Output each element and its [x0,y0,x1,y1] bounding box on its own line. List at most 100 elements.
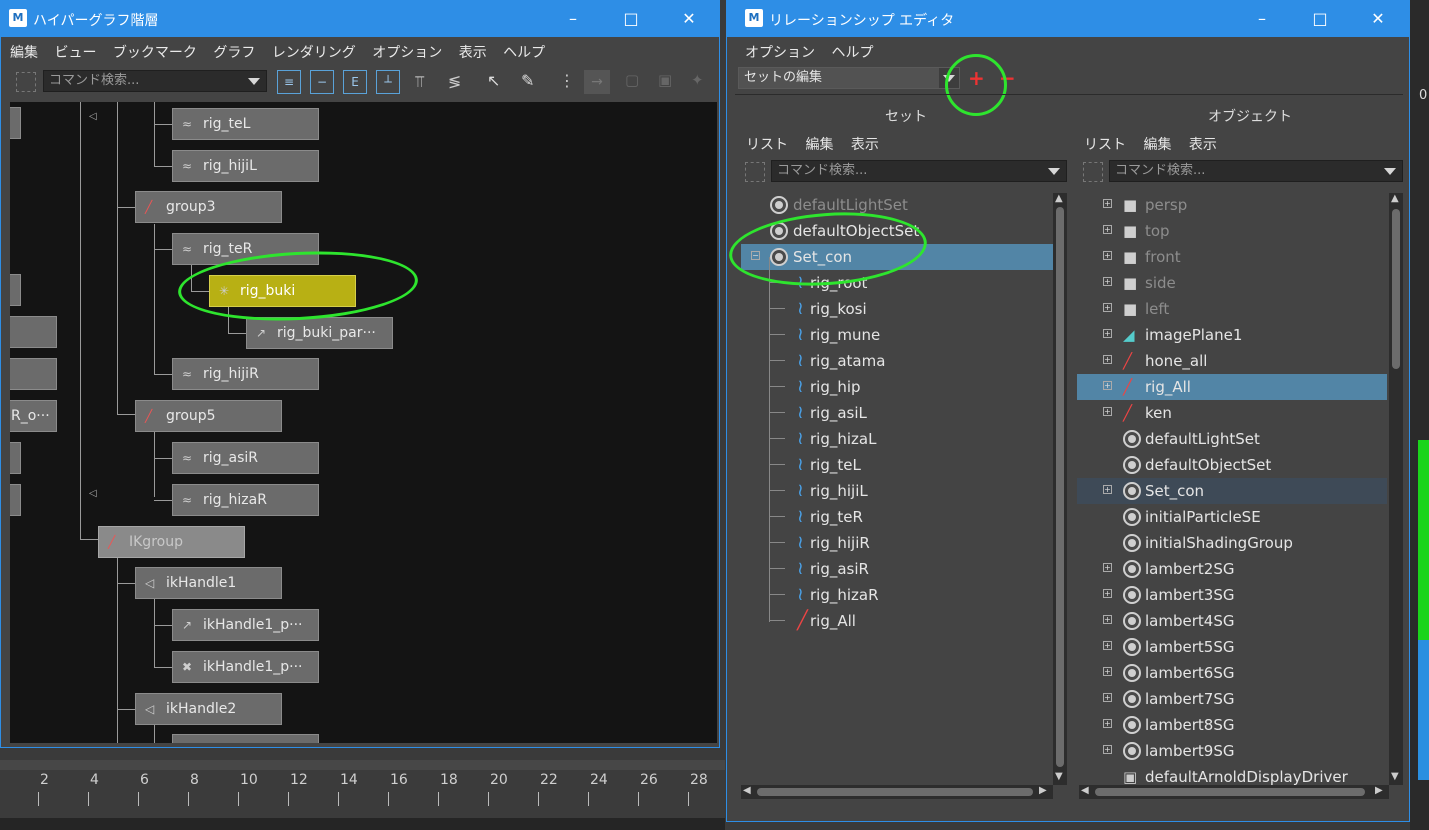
node-rig-hijiL[interactable]: ≈ rig_hijiL [172,150,319,182]
object-row[interactable]: + ■ top [1077,218,1387,244]
select-tool-icon[interactable]: ↖ [487,71,500,90]
node-rig-hizaR[interactable]: ≈ rig_hizaR [172,484,319,516]
set-member-row[interactable]: ≀ rig_asiR [741,556,1053,582]
expand-toggle-icon[interactable]: + [1103,225,1112,234]
object-row[interactable]: initialShadingGroup [1077,530,1387,556]
node-rig-hijiR[interactable]: ≈ rig_hijiR [172,358,319,390]
menu-display[interactable]: 表示 [459,45,487,61]
set-member-row[interactable]: ≀ rig_hizaL [741,426,1053,452]
relationship-editor-window[interactable]: M リレーションシップ エディタ – □ ✕ オプション ヘルプ セットの編集 … [726,0,1410,822]
objects-list[interactable]: + ■ persp + ■ top + ■ front + ■ side + ■ left + ◢ imagePl… [1077,191,1389,785]
node-group5[interactable]: ╱ group5 [135,400,282,432]
tree-icon[interactable]: ⫪ [415,72,424,92]
scroll-right-icon[interactable]: ▶ [1375,785,1383,796]
object-row[interactable]: + lambert3SG [1077,582,1387,608]
expand-toggle-icon[interactable]: + [1103,693,1112,702]
scroll-thumb[interactable] [1056,207,1064,767]
dropdown-arrow-icon[interactable] [1384,168,1396,175]
object-row[interactable]: + Set_con [1077,478,1387,504]
node-offscreen[interactable] [10,107,21,139]
node-offscreen-bottom[interactable] [172,734,319,743]
set-member-row[interactable]: ≀ rig_teR [741,504,1053,530]
sets-scrollbar[interactable]: ▲ ▼ [1053,193,1067,785]
expand-toggle-icon[interactable]: + [1103,641,1112,650]
menu-options[interactable]: オプション [745,45,815,61]
expand-toggle-icon[interactable]: + [1103,615,1112,624]
set-member-row[interactable]: ≀ rig_mune [741,322,1053,348]
object-row[interactable]: + lambert5SG [1077,634,1387,660]
dropdown-arrow-icon[interactable] [248,78,260,85]
sets-menu-display[interactable]: 表示 [851,137,879,153]
node-offscreen[interactable] [10,316,57,348]
object-row[interactable]: defaultObjectSet [1077,452,1387,478]
object-row[interactable]: + lambert6SG [1077,660,1387,686]
expand-toggle-icon[interactable]: + [1103,667,1112,676]
node-ikhandle1[interactable]: ◁ ikHandle1 [135,567,282,599]
objects-menu-display[interactable]: 表示 [1189,137,1217,153]
set-member-row[interactable]: ≀ rig_hijiR [741,530,1053,556]
expand-toggle-icon[interactable]: + [1103,277,1112,286]
object-row[interactable]: + lambert4SG [1077,608,1387,634]
object-row[interactable]: initialParticleSE [1077,504,1387,530]
maximize-button[interactable]: □ [1291,1,1349,37]
hypergraph-window[interactable]: M ハイパーグラフ階層 – □ ✕ 編集 ビュー ブックマーク グラフ レンダリ… [0,0,720,748]
expand-toggle-icon[interactable]: + [1103,589,1112,598]
set-member-row[interactable]: ≀ rig_hizaR [741,582,1053,608]
object-row[interactable]: + ◢ imagePlane1 [1077,322,1387,348]
expand-toggle-icon[interactable]: + [1103,563,1112,572]
expand-toggle-icon[interactable]: + [1103,251,1112,260]
scroll-thumb[interactable] [1392,209,1400,369]
sets-menu-list[interactable]: リスト [746,137,788,153]
node-offscreen[interactable] [10,484,21,516]
menu-graph[interactable]: グラフ [213,45,255,61]
scroll-thumb[interactable] [1095,788,1365,796]
expand-toggle-icon[interactable]: + [1103,303,1112,312]
object-row[interactable]: ▣ defaultArnoldDisplayDriver [1077,764,1387,785]
node-ikhandle2[interactable]: ◁ ikHandle2 [135,693,282,725]
relationship-titlebar[interactable]: M リレーションシップ エディタ – □ ✕ [727,1,1409,37]
object-row[interactable]: + ╱ ken [1077,400,1387,426]
collapse-marker-icon[interactable]: ◁ [89,111,97,122]
sets-hscrollbar[interactable]: ◀ ▶ [741,785,1053,799]
set-member-row[interactable]: ≀ rig_kosi [741,296,1053,322]
object-row[interactable]: + ■ front [1077,244,1387,270]
minimize-button[interactable]: – [544,1,602,37]
object-row[interactable]: + ■ persp [1077,192,1387,218]
objects-menu-list[interactable]: リスト [1084,137,1126,153]
set-member-row[interactable]: ≀ rig_hijiL [741,478,1053,504]
node-offscreen[interactable] [10,274,21,306]
sets-menu-edit[interactable]: 編集 [805,137,833,153]
node-rig-asiR[interactable]: ≈ rig_asiR [172,442,319,474]
menu-view[interactable]: ビュー [54,45,96,61]
dropdown-arrow-icon[interactable] [1048,168,1060,175]
sets-list[interactable]: defaultLightSet defaultObjectSet − Set_co… [727,191,1053,781]
timeline[interactable]: 2 4 6 8 10 12 14 16 18 20 22 24 26 28 [0,760,725,830]
expand-toggle-icon[interactable]: + [1103,745,1112,754]
scroll-up-icon[interactable]: ▲ [1055,193,1063,204]
maximize-button[interactable]: □ [602,1,660,37]
object-row[interactable]: + ■ side [1077,270,1387,296]
menu-edit[interactable]: 編集 [10,45,38,61]
scroll-down-icon[interactable]: ▼ [1391,771,1399,782]
expand-toggle-icon[interactable]: + [1103,485,1112,494]
object-row[interactable]: + lambert8SG [1077,712,1387,738]
menu-rendering[interactable]: レンダリング [272,45,356,61]
graph-canvas[interactable]: ◁ ◁ R_o··· ≈ rig_teL ≈ rig_hijiL ╱ group3 ≈… [10,102,717,743]
mode-select[interactable]: セットの編集 [738,67,960,89]
branch-icon[interactable]: ≶ [448,72,461,91]
object-row[interactable]: defaultLightSet [1077,426,1387,452]
object-row[interactable]: + ╱ hone_all [1077,348,1387,374]
objects-scrollbar[interactable]: ▲ ▼ [1389,193,1403,785]
object-row[interactable]: + lambert2SG [1077,556,1387,582]
node-r-o[interactable]: R_o··· [10,400,57,432]
menu-options[interactable]: オプション [372,45,442,61]
objects-search-input[interactable]: コマンド検索... [1109,160,1403,182]
object-row[interactable]: + ■ left [1077,296,1387,322]
node-ikhandle1-constraint-1[interactable]: ↗ ikHandle1_p··· [172,609,319,641]
hierarchy-icon[interactable]: ┴ [376,70,400,94]
edit-tool-icon[interactable]: ✎ [521,71,534,90]
hypergraph-search-input[interactable]: コマンド検索... [43,70,267,92]
set-member-row[interactable]: ≀ rig_asiL [741,400,1053,426]
scroll-thumb[interactable] [757,788,1033,796]
close-button[interactable]: ✕ [1349,1,1407,37]
